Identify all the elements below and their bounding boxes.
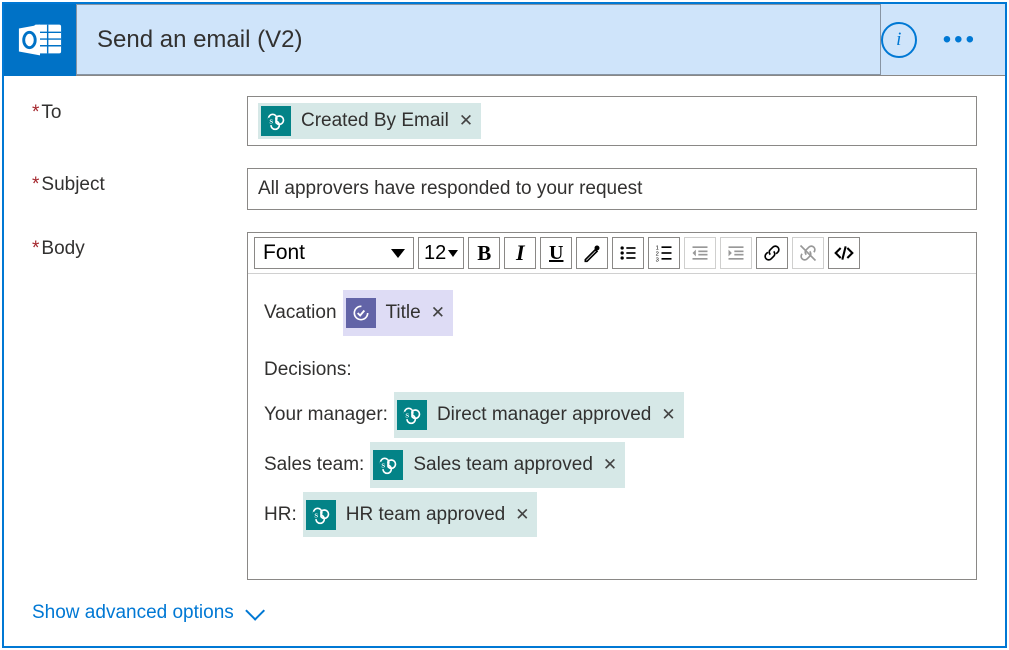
token-remove-icon[interactable]: ✕ <box>603 447 617 483</box>
svg-text:S: S <box>382 462 386 469</box>
token-created-by-email[interactable]: S Created By Email ✕ <box>258 103 481 139</box>
underline-button[interactable]: U <box>540 237 572 269</box>
connector-icon-box <box>4 4 76 76</box>
token-sales-approved[interactable]: S Sales team approved ✕ <box>370 442 625 488</box>
token-label: Created By Email <box>301 110 449 132</box>
token-remove-icon[interactable]: ✕ <box>661 397 675 433</box>
outlook-icon <box>17 17 63 63</box>
bullet-list-button[interactable] <box>612 237 644 269</box>
more-menu-button[interactable]: ••• <box>935 18 985 62</box>
card-body: *To S Created By Email ✕ *Subject *Body <box>4 76 1005 646</box>
subject-input[interactable] <box>247 168 977 210</box>
body-text-decisions: Decisions: <box>264 350 352 390</box>
body-text-vacation: Vacation <box>264 293 337 333</box>
card-header: Send an email (V2) i ••• <box>4 4 1005 76</box>
outdent-icon <box>690 243 710 263</box>
action-card: Send an email (V2) i ••• *To S Created B… <box>2 2 1007 648</box>
svg-text:S: S <box>269 119 273 126</box>
code-icon <box>834 243 854 263</box>
code-view-button[interactable] <box>828 237 860 269</box>
token-label: Sales team approved <box>413 445 593 485</box>
subject-row: *Subject <box>32 168 977 210</box>
rich-text-editor: Font 12 B I U <box>247 232 977 580</box>
token-label: Title <box>386 293 421 333</box>
body-label: *Body <box>32 232 247 260</box>
unlink-button[interactable] <box>792 237 824 269</box>
chevron-down-icon <box>391 249 405 258</box>
font-size-select[interactable]: 12 <box>418 237 464 269</box>
body-text-manager: Your manager: <box>264 395 388 435</box>
approvals-icon <box>346 298 376 328</box>
link-icon <box>762 243 782 263</box>
color-picker-icon <box>582 243 602 263</box>
token-label: Direct manager approved <box>437 395 651 435</box>
token-remove-icon[interactable]: ✕ <box>515 497 529 533</box>
numbered-list-button[interactable]: 123 <box>648 237 680 269</box>
body-row: *Body Font 12 B I U <box>32 232 977 580</box>
info-button[interactable]: i <box>881 22 917 58</box>
advanced-options-row: Show advanced options <box>32 602 977 624</box>
italic-button[interactable]: I <box>504 237 536 269</box>
show-advanced-options-button[interactable]: Show advanced options <box>32 602 260 624</box>
token-remove-icon[interactable]: ✕ <box>459 111 473 131</box>
sharepoint-icon: S <box>261 106 291 136</box>
token-hr-approved[interactable]: S HR team approved ✕ <box>303 492 538 538</box>
outdent-button[interactable] <box>684 237 716 269</box>
token-remove-icon[interactable]: ✕ <box>431 295 445 331</box>
to-field[interactable]: S Created By Email ✕ <box>247 96 977 146</box>
sharepoint-icon: S <box>397 400 427 430</box>
numbered-list-icon: 123 <box>654 243 674 263</box>
rte-toolbar: Font 12 B I U <box>248 233 976 274</box>
color-picker-button[interactable] <box>576 237 608 269</box>
token-label: HR team approved <box>346 495 505 535</box>
token-title[interactable]: Title ✕ <box>343 290 453 336</box>
svg-text:3: 3 <box>656 257 659 263</box>
to-row: *To S Created By Email ✕ <box>32 96 977 146</box>
body-text-hr: HR: <box>264 495 297 535</box>
sharepoint-icon: S <box>373 450 403 480</box>
svg-text:S: S <box>405 412 409 419</box>
indent-button[interactable] <box>720 237 752 269</box>
chevron-down-icon <box>448 250 458 257</box>
indent-icon <box>726 243 746 263</box>
sharepoint-icon: S <box>306 500 336 530</box>
link-button[interactable] <box>756 237 788 269</box>
to-label: *To <box>32 96 247 124</box>
bullet-list-icon <box>618 243 638 263</box>
bold-button[interactable]: B <box>468 237 500 269</box>
chevron-down-icon <box>245 601 265 621</box>
token-manager-approved[interactable]: S Direct manager approved ✕ <box>394 392 684 438</box>
unlink-icon <box>798 243 818 263</box>
rte-content[interactable]: Vacation Title ✕ Decisions: Your manager… <box>248 274 976 579</box>
body-text-sales: Sales team: <box>264 445 364 485</box>
svg-text:S: S <box>314 512 318 519</box>
subject-label: *Subject <box>32 168 247 196</box>
font-family-select[interactable]: Font <box>254 237 414 269</box>
card-title[interactable]: Send an email (V2) <box>76 4 881 75</box>
